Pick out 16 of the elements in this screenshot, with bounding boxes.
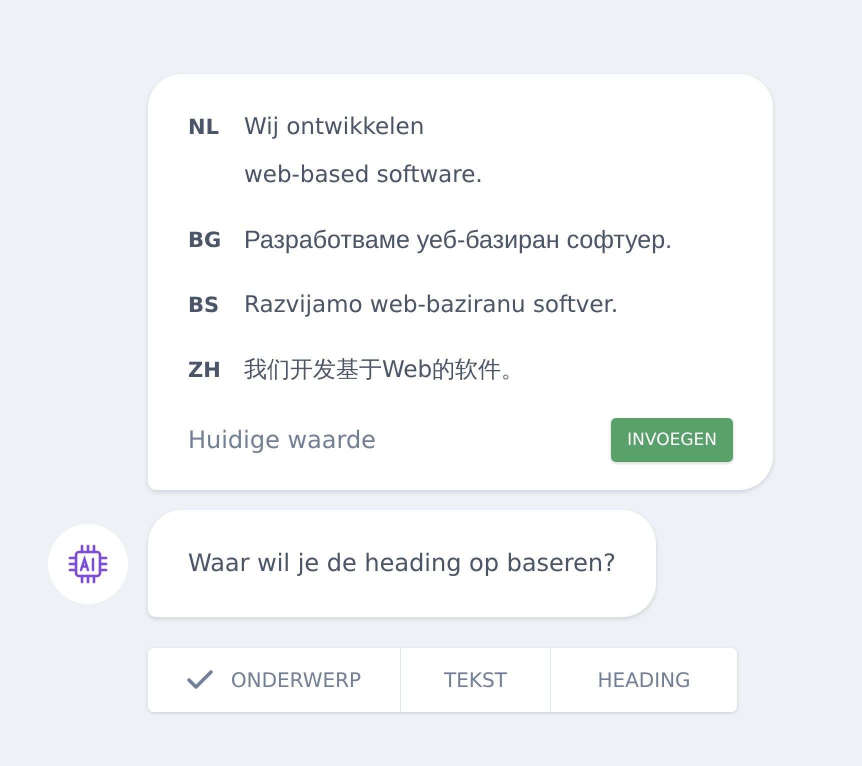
chat-message: Waar wil je de heading op baseren?	[148, 510, 656, 617]
translation-text: Wij ontwikkelen web-based software.	[244, 113, 483, 190]
translation-text: Razvijamo web-baziranu softver.	[244, 291, 618, 320]
language-code: ZH	[188, 357, 222, 384]
language-code: NL	[188, 114, 220, 141]
translation-text: 我们开发基于Web的软件。	[244, 356, 524, 385]
translation-text: Разработваме уеб-базиран софтуер.	[244, 225, 672, 256]
option-button[interactable]: TEKST	[400, 648, 550, 712]
check-icon	[186, 670, 213, 690]
language-code: BG	[188, 227, 222, 254]
insert-button[interactable]: INVOEGEN	[611, 418, 733, 462]
language-code: BS	[188, 292, 220, 319]
current-value-label: Huidige waarde	[188, 426, 376, 454]
chip-icon	[67, 542, 109, 584]
option-button[interactable]: ONDERWERP	[148, 648, 400, 712]
option-button[interactable]: HEADING	[550, 648, 737, 712]
